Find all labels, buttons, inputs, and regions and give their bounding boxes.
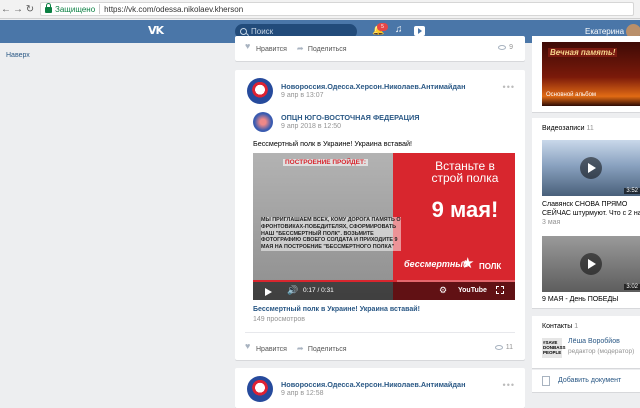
fullscreen-icon[interactable] (496, 286, 504, 294)
like-label: Нравится (256, 346, 287, 353)
search-icon (240, 28, 247, 35)
user-name[interactable]: Екатерина (585, 27, 624, 36)
contact-role: редактор (модератор) (568, 348, 635, 355)
previous-post-footer: Нравится ➦Поделиться 9 (235, 36, 525, 61)
post-divider (245, 332, 515, 333)
videos-count: 11 (586, 125, 594, 132)
video-caption[interactable]: Бессмертный полк в Украине! Украина вста… (253, 306, 420, 313)
video-title[interactable]: Славянск СНОВА ПРЯМО СЕЙЧАС штурмуют. Чт… (542, 200, 640, 218)
more-options-icon[interactable]: ••• (503, 380, 515, 390)
post-author[interactable]: Новороссия.Одесса.Херсон.Николаев.Антима… (281, 82, 466, 91)
notification-badge: 5 (377, 23, 388, 31)
video-date: 3 мая (542, 219, 561, 226)
album-cover[interactable]: Вечная память! Основной альбом (542, 42, 640, 106)
star-icon: ★ (461, 255, 475, 272)
play-icon[interactable] (580, 253, 602, 275)
add-document-block[interactable]: Добавить документ (532, 370, 640, 392)
contacts-heading[interactable]: Контакты 1 (542, 323, 578, 330)
scroll-top-link[interactable]: Наверх (6, 52, 30, 59)
video-views: 149 просмотров (253, 316, 305, 323)
post-author[interactable]: Новороссия.Одесса.Херсон.Николаев.Антима… (281, 380, 466, 389)
contact-avatar[interactable]: #SAVE DONBASS PEOPLE (542, 338, 566, 358)
video-time: 0:17 / 0:31 (303, 287, 334, 294)
videos-heading[interactable]: Видеозаписи 11 (542, 125, 594, 132)
video-thumbnail[interactable]: 3:52 (542, 140, 640, 196)
views-count: 11 (505, 344, 513, 351)
eye-icon (494, 345, 503, 350)
document-icon (542, 376, 550, 386)
video-duration: 3:52 (624, 188, 640, 194)
video-logo-polk: ПОЛК (479, 262, 502, 271)
group-avatar[interactable] (247, 78, 273, 104)
contacts-count: 1 (574, 323, 579, 330)
group-avatar[interactable] (247, 376, 273, 402)
play-icon[interactable] (265, 288, 272, 296)
video-logo-text: бессмертный (404, 259, 469, 269)
contacts-block: Контакты 1 #SAVE DONBASS PEOPLE Лёша Вор… (532, 316, 640, 368)
repost-avatar[interactable] (253, 112, 273, 132)
share-icon: ➦ (296, 44, 304, 53)
share-icon: ➦ (296, 344, 304, 353)
back-arrow-icon[interactable]: ← (0, 4, 12, 15)
video-icon[interactable] (414, 26, 425, 36)
video-title-line2: 9 мая! (431, 197, 499, 222)
url-text[interactable]: https://vk.com/odessa.nikolaev.kherson (104, 5, 243, 14)
forward-arrow-icon[interactable]: → (12, 4, 24, 15)
like-button[interactable]: Нравится (245, 41, 287, 53)
gear-icon[interactable]: ⚙ (439, 285, 447, 296)
like-label: Нравится (256, 46, 287, 53)
repost-author[interactable]: ОПЦН ЮГО-ВОСТОЧНАЯ ФЕДЕРАЦИЯ (281, 113, 419, 122)
wall-post: Новороссия.Одесса.Херсон.Николаев.Антима… (235, 368, 525, 408)
post-date[interactable]: 9 апр в 13:07 (281, 92, 324, 99)
video-player[interactable]: ПОСТРОЕНИЕ ПРОЙДЕТ: МЫ ПРИГЛАШАЕМ ВСЕХ, … (253, 153, 515, 300)
video-header-text: ПОСТРОЕНИЕ ПРОЙДЕТ: (283, 159, 369, 166)
videos-block: Видеозаписи 11 3:52 Славянск СНОВА ПРЯМО… (532, 118, 640, 308)
vk-logo[interactable]: VK (148, 24, 168, 38)
share-button[interactable]: ➦ Поделиться (297, 44, 347, 53)
video-controls: 🔊 0:17 / 0:31 ⚙ YouTube (253, 282, 515, 300)
video-duration: 3:02 (624, 284, 640, 290)
share-label: Поделиться (307, 346, 347, 353)
views-count: 9 (509, 44, 513, 51)
album-block: Вечная память! Основной альбом (532, 36, 640, 112)
videos-title: Видеозаписи (542, 125, 585, 132)
address-separator (99, 4, 101, 14)
eye-icon (498, 45, 507, 50)
album-label[interactable]: Основной альбом (546, 92, 596, 98)
contacts-title: Контакты (542, 323, 573, 330)
add-document-link[interactable]: Добавить документ (558, 377, 621, 384)
video-body-text: МЫ ПРИГЛАШАЕМ ВСЕХ, КОМУ ДОРОГА ПАМЯТЬ О… (261, 217, 401, 251)
video-thumbnail[interactable]: 3:02 (542, 236, 640, 292)
post-actions: Нравится ➦Поделиться (245, 341, 347, 353)
views-counter: 11 (494, 344, 513, 351)
browser-toolbar: ← → ↻ Защищено https://vk.com/odessa.nik… (0, 0, 640, 19)
heart-icon (245, 341, 253, 351)
play-icon[interactable] (580, 157, 602, 179)
youtube-logo[interactable]: YouTube (458, 287, 487, 294)
share-label: Поделиться (307, 46, 347, 53)
search-input[interactable] (251, 27, 351, 36)
volume-icon[interactable]: 🔊 (287, 285, 298, 296)
music-icon[interactable]: ♫ (395, 24, 403, 35)
video-title-line1: Встаньте в строй полка (431, 159, 499, 185)
wall-post: Новороссия.Одесса.Херсон.Николаев.Антима… (235, 70, 525, 360)
post-text: Бессмертный полк в Украине! Украина вста… (253, 139, 413, 148)
views-counter: 9 (498, 44, 513, 51)
like-button[interactable]: Нравится (245, 341, 287, 353)
repost-date[interactable]: 9 апр 2018 в 12:50 (281, 123, 341, 130)
secure-label: Защищено (55, 4, 96, 14)
post-date[interactable]: 9 апр в 12:58 (281, 390, 324, 397)
address-bar[interactable]: Защищено https://vk.com/odessa.nikolaev.… (40, 2, 634, 16)
video-title[interactable]: 9 МАЯ - День ПОБЕДЫ (542, 296, 618, 303)
contact-name[interactable]: Лёша Воробйов (568, 338, 620, 345)
reload-icon[interactable]: ↻ (24, 4, 36, 15)
heart-icon (245, 41, 253, 51)
share-button[interactable]: ➦ Поделиться (297, 344, 347, 353)
more-options-icon[interactable]: ••• (503, 82, 515, 92)
post-actions: Нравится ➦Поделиться (245, 41, 347, 53)
album-cover-title: Вечная память! (548, 48, 618, 57)
lock-icon (45, 3, 52, 13)
